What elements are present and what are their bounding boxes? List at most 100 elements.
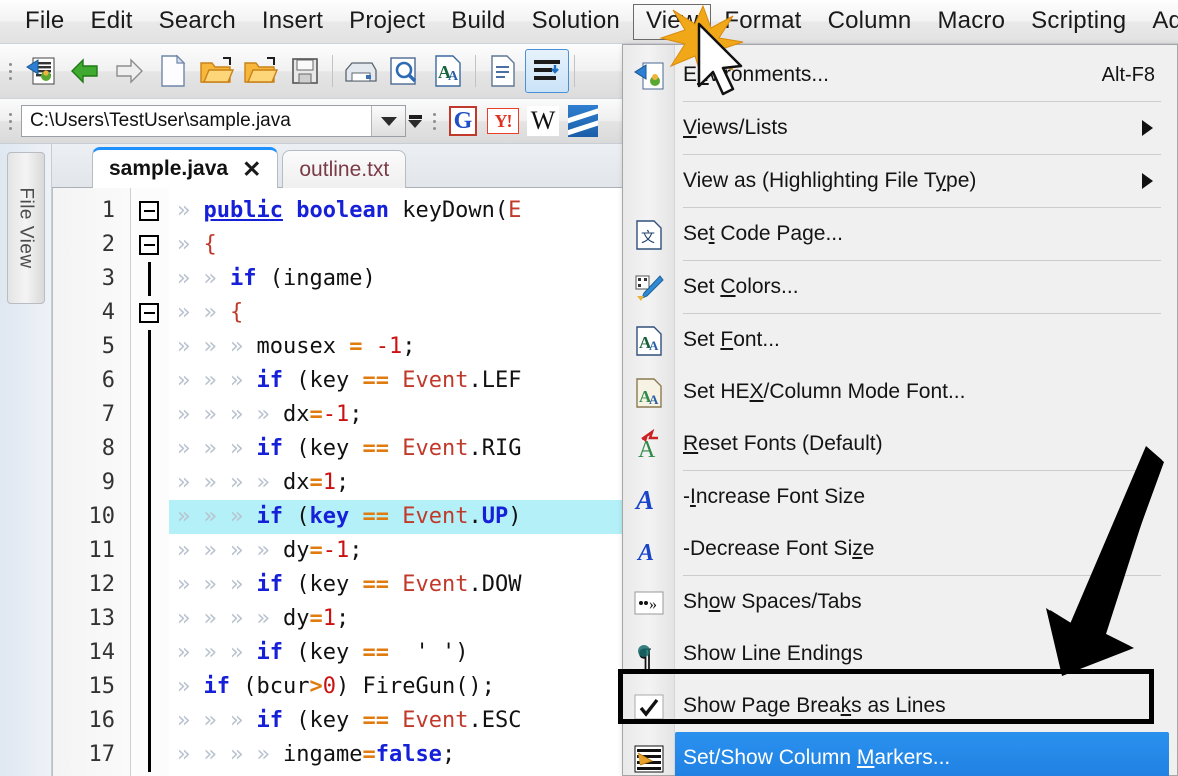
- open-folder-icon[interactable]: [195, 49, 239, 93]
- set-font-icon[interactable]: A A: [426, 49, 470, 93]
- search-toolbar-grip[interactable]: [430, 104, 439, 138]
- line-number: 17: [88, 742, 116, 767]
- fold-toggle-icon[interactable]: [139, 201, 159, 221]
- menu-macro[interactable]: Macro: [924, 4, 1018, 40]
- yahoo-search-icon[interactable]: Y!: [483, 103, 523, 139]
- view-menu-dropdown[interactable]: 文 A A A A A A A» ¶ Environments... Alt-F8 Views/Li…: [622, 44, 1178, 776]
- print-preview-icon[interactable]: [382, 49, 426, 93]
- menu-item-label: Set HEX/Column Mode Font...: [683, 380, 966, 403]
- fold-guide-line: [148, 432, 151, 466]
- code-line-text: » public boolean keyDown(E: [177, 198, 522, 223]
- fold-guide-line: [148, 568, 151, 602]
- google-search-glyph: G: [449, 106, 477, 136]
- menu-item-set-show-column-markers[interactable]: Set/Show Column Markers...: [675, 732, 1169, 776]
- menu-item-set-code-page[interactable]: Set Code Page...: [623, 208, 1177, 260]
- menu-scripting[interactable]: Scripting: [1018, 4, 1139, 40]
- menu-file[interactable]: File: [12, 4, 77, 40]
- line-number: 8: [101, 436, 115, 461]
- column-markers-icon[interactable]: [525, 49, 569, 93]
- menu-item-set-colors[interactable]: Set Colors...: [623, 261, 1177, 313]
- fold-guide-line: [148, 466, 151, 500]
- tab-close-icon[interactable]: ✕: [242, 157, 261, 181]
- chevron-down-icon[interactable]: [371, 106, 405, 136]
- menu-item-decrease-font-size[interactable]: -Decrease Font Size: [623, 523, 1177, 575]
- menu-column[interactable]: Column: [815, 4, 925, 40]
- menu-item-views-lists[interactable]: Views/Lists: [623, 102, 1177, 154]
- menu-item-reset-fonts-default[interactable]: Reset Fonts (Default): [623, 418, 1177, 470]
- fold-guide-line: [148, 738, 151, 772]
- toolbar-grip[interactable]: [6, 54, 15, 88]
- menu-item-list[interactable]: Environments... Alt-F8 Views/Lists View as …: [623, 45, 1177, 776]
- line-number: 9: [101, 470, 115, 495]
- address-input[interactable]: C:\Users\TestUser\sample.java: [22, 110, 371, 132]
- menu-item-increase-font-size[interactable]: -Increase Font Size: [623, 471, 1177, 523]
- toolbar-separator: [332, 55, 333, 87]
- line-number: 6: [101, 368, 115, 393]
- menu-item-view-as-highlighting-file-type[interactable]: View as (Highlighting File Type): [623, 155, 1177, 207]
- document-icon[interactable]: [481, 49, 525, 93]
- address-grip[interactable]: [6, 104, 15, 138]
- fold-guide-line: [148, 330, 151, 364]
- menu-item-label: Set Colors...: [683, 275, 799, 298]
- menu-item-label: Views/Lists: [683, 116, 788, 139]
- toolbar-overflow-icon[interactable]: [406, 104, 424, 138]
- menu-build[interactable]: Build: [438, 4, 518, 40]
- menu-search[interactable]: Search: [146, 4, 249, 40]
- menu-item-environments[interactable]: Environments... Alt-F8: [623, 49, 1177, 101]
- fold-guide-line: [148, 670, 151, 704]
- open-in-explorer-icon[interactable]: [19, 49, 63, 93]
- back-arrow-icon[interactable]: [63, 49, 107, 93]
- menu-project[interactable]: Project: [336, 4, 438, 40]
- fold-guide-line: [148, 500, 151, 534]
- forward-arrow-icon[interactable]: [107, 49, 151, 93]
- svg-text:A: A: [448, 69, 459, 84]
- google-search-icon[interactable]: G: [443, 103, 483, 139]
- tab-outline-txt[interactable]: outline.txt: [282, 150, 407, 188]
- line-number: 13: [88, 606, 116, 631]
- code-line-text: » » » if (key == Event.DOW: [177, 572, 522, 597]
- menu-item-set-hex-column-mode-font[interactable]: Set HEX/Column Mode Font...: [623, 366, 1177, 418]
- wikipedia-search-icon[interactable]: W: [523, 103, 563, 139]
- fold-guide-line: [148, 704, 151, 738]
- menu-item-label: Set Font...: [683, 328, 780, 351]
- custom-search-icon[interactable]: [563, 103, 603, 139]
- menu-item-show-page-breaks-as-lines[interactable]: Show Page Breaks as Lines: [623, 680, 1177, 732]
- menu-item-label: Show Line Endings: [683, 642, 863, 665]
- menu-bar: File Edit Search Insert Project Build Solution…: [0, 0, 1178, 44]
- address-bar[interactable]: C:\Users\TestUser\sample.java: [21, 105, 406, 137]
- file-view-label: File View: [16, 187, 38, 269]
- menu-item-show-line-endings[interactable]: Show Line Endings: [623, 628, 1177, 680]
- line-number: 4: [101, 300, 115, 325]
- code-line-text: » » if (ingame): [177, 266, 376, 291]
- sidebar-item-file-view[interactable]: File View: [7, 152, 45, 304]
- yahoo-search-glyph: Y!: [487, 108, 519, 134]
- fold-toggle-icon[interactable]: [139, 303, 159, 323]
- print-icon[interactable]: [338, 49, 382, 93]
- fold-toggle-icon[interactable]: [139, 235, 159, 255]
- menu-ad[interactable]: Ad: [1139, 4, 1178, 40]
- code-line-text: » » » if (key == Event.LEF: [177, 368, 522, 393]
- menu-item-set-font[interactable]: Set Font...: [623, 314, 1177, 366]
- line-number: 15: [88, 674, 116, 699]
- menu-insert[interactable]: Insert: [249, 4, 336, 40]
- menu-view[interactable]: View: [632, 3, 712, 40]
- fold-guide-line: [148, 262, 151, 296]
- open-folder-alt-icon[interactable]: [239, 49, 283, 93]
- menu-solution[interactable]: Solution: [519, 4, 633, 40]
- line-number: 7: [101, 402, 115, 427]
- save-icon[interactable]: [283, 49, 327, 93]
- menu-item-accelerator: Alt-F8: [1101, 63, 1155, 86]
- code-line-text: » » » » dy=1;: [177, 606, 350, 631]
- menu-item-show-spaces-tabs[interactable]: Show Spaces/Tabs: [623, 576, 1177, 628]
- line-number: 14: [88, 640, 116, 665]
- menu-item-label: Environments...: [683, 63, 829, 86]
- menu-item-label: Set Code Page...: [683, 222, 843, 245]
- menu-edit[interactable]: Edit: [77, 4, 145, 40]
- fold-guide-line: [148, 398, 151, 432]
- tab-sample-java[interactable]: sample.java ✕: [92, 147, 279, 188]
- menu-format[interactable]: Format: [711, 4, 814, 40]
- toolbar-separator: [475, 55, 476, 87]
- code-folding-column[interactable]: [131, 188, 169, 776]
- new-file-icon[interactable]: [151, 49, 195, 93]
- line-number: 5: [101, 334, 115, 359]
